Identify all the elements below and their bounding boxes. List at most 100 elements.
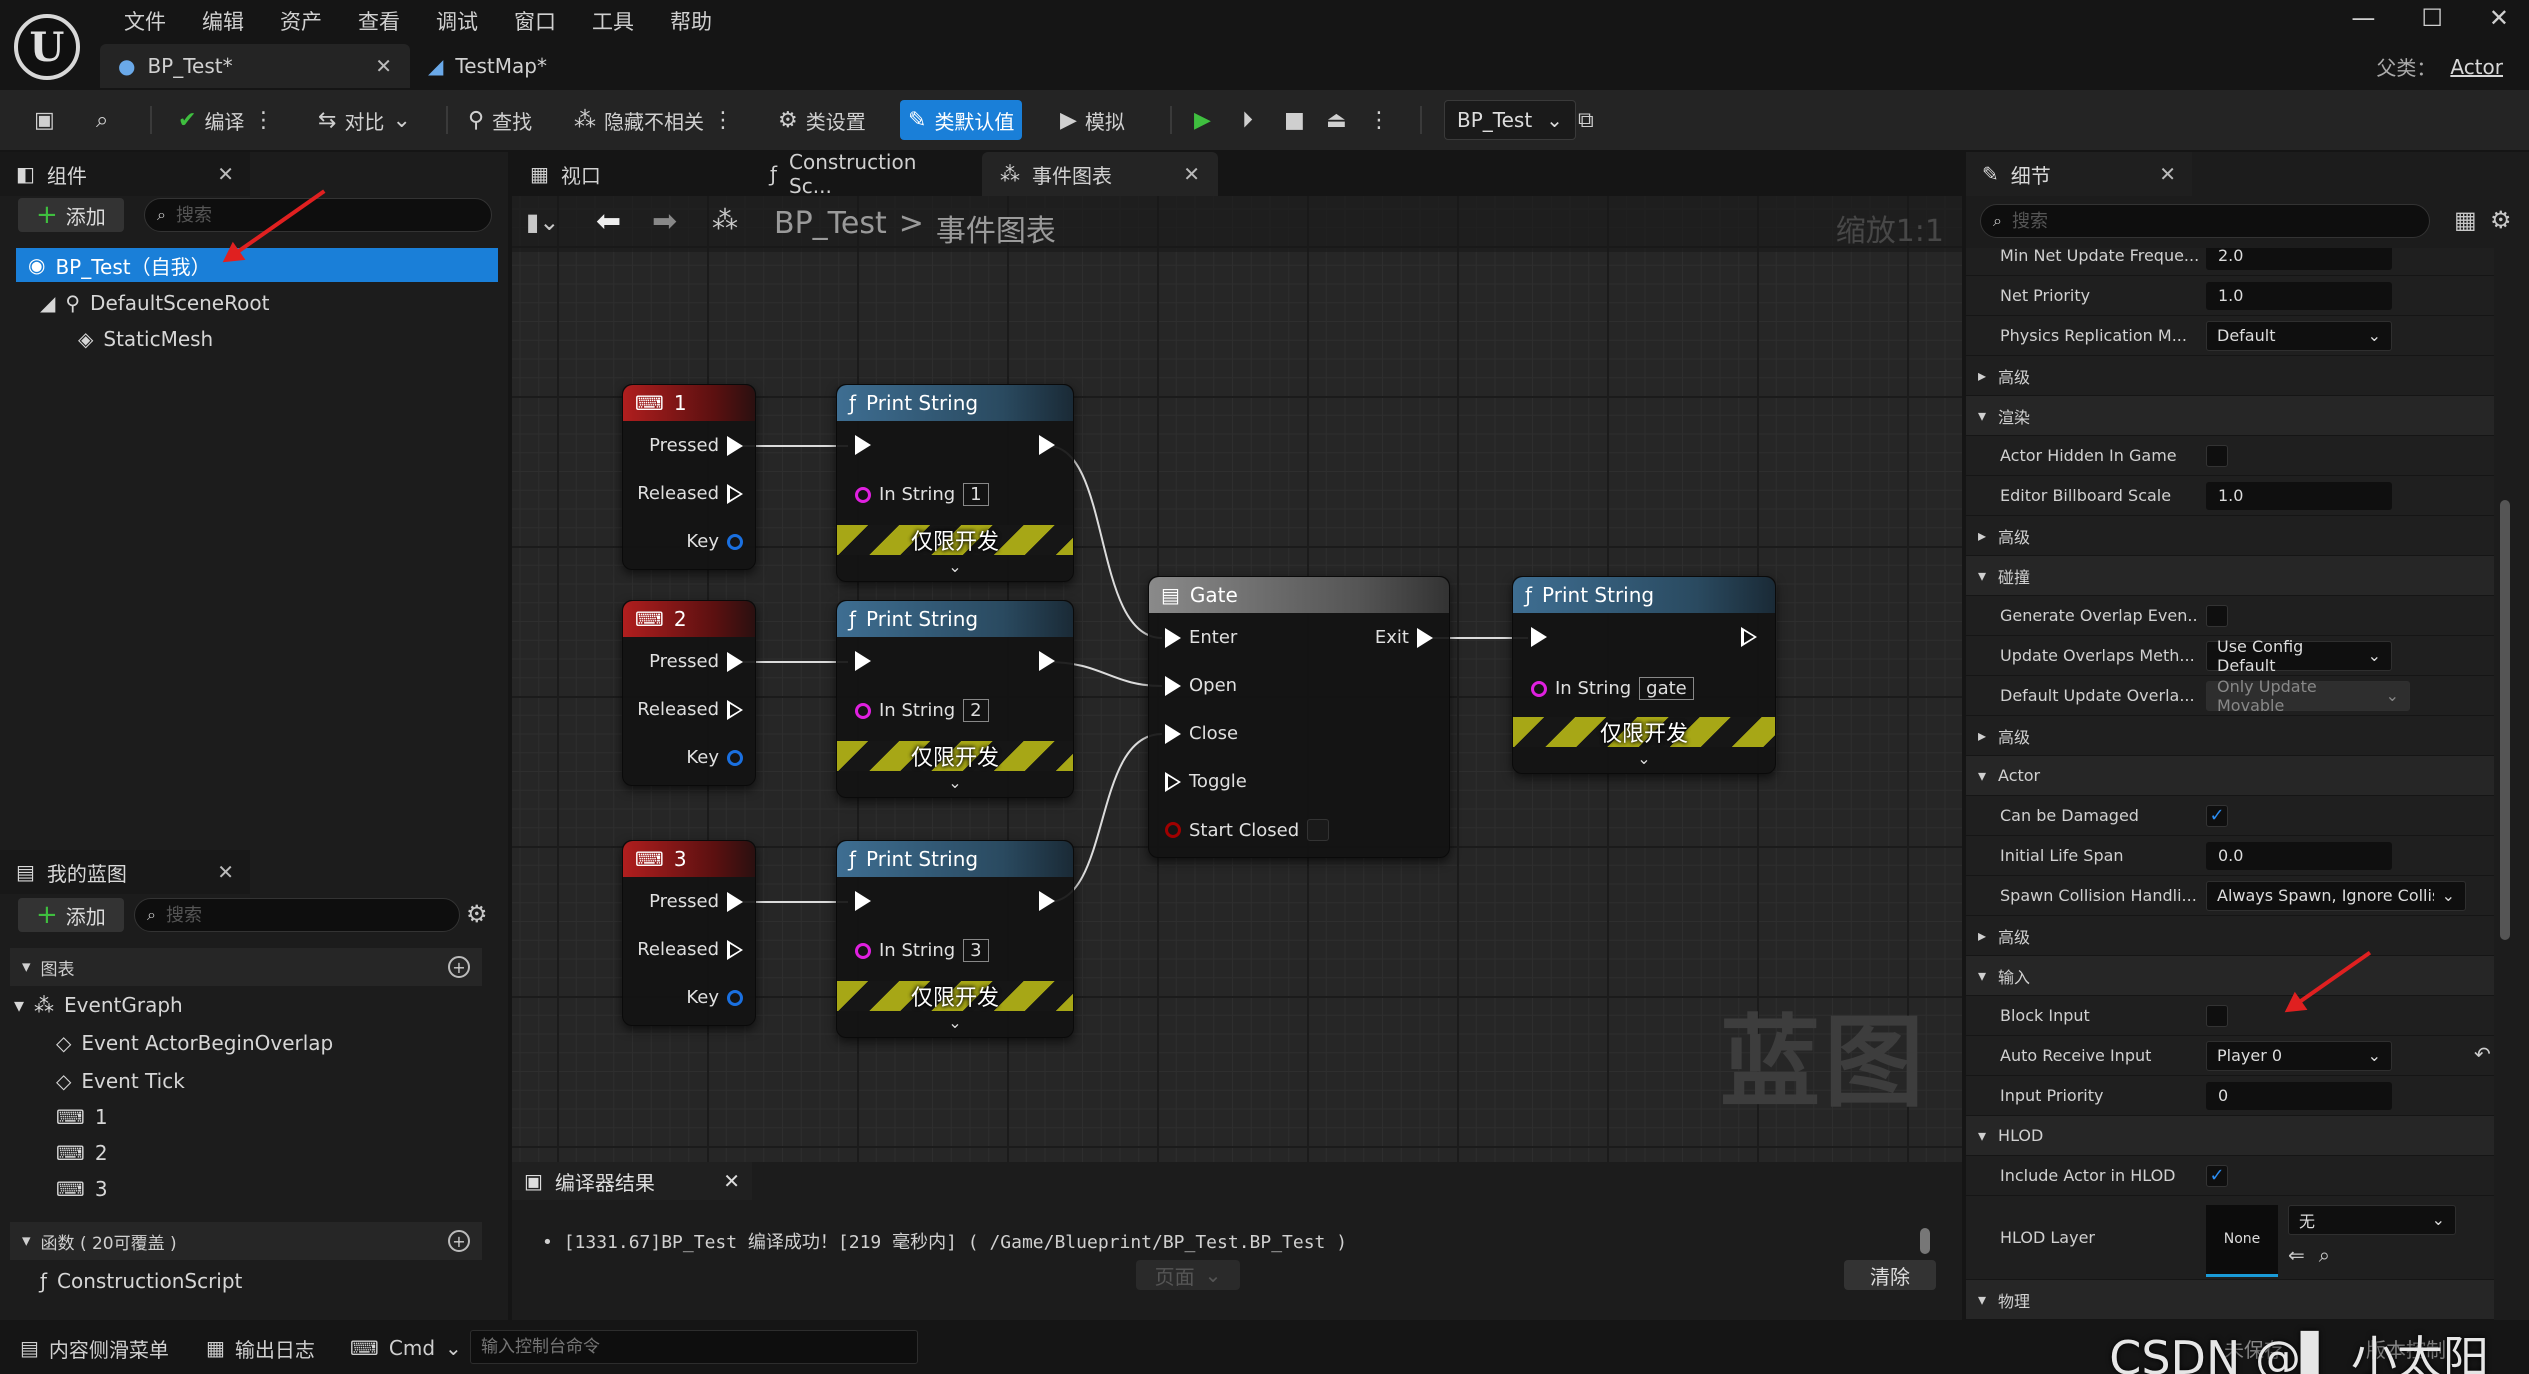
key-event-node[interactable]: ⌨ 3 Pressed Released Key xyxy=(622,840,756,1026)
page-dropdown[interactable]: 页面 ⌄ xyxy=(1136,1260,1240,1290)
in-string-value[interactable]: gate xyxy=(1639,677,1694,700)
diff-button[interactable]: ⇆ 对比 ⌄ xyxy=(310,100,419,140)
minimize-button[interactable]: — xyxy=(2351,4,2375,32)
start-closed-pin[interactable]: Start Closed xyxy=(1165,819,1330,841)
released-pin[interactable]: Released xyxy=(637,699,743,720)
key-event-node[interactable]: ⌨ 1 Pressed Released Key xyxy=(622,384,756,570)
hlod-category[interactable]: ▾ HLOD xyxy=(1966,1116,2494,1156)
unreal-logo-icon[interactable]: U xyxy=(14,14,80,80)
scrollbar[interactable] xyxy=(1920,1228,1930,1254)
in-string-pin[interactable]: In String 3 xyxy=(855,939,989,962)
in-string-value[interactable]: 1 xyxy=(963,483,989,506)
key-event-node[interactable]: ⌨ 2 Pressed Released Key xyxy=(622,600,756,786)
table-view-icon[interactable]: ▦ xyxy=(2454,206,2477,234)
graph-item-eventgraph[interactable]: ▾ ⁂ EventGraph xyxy=(14,988,183,1022)
released-pin[interactable]: Released xyxy=(637,939,743,960)
clear-button[interactable]: 清除 xyxy=(1844,1260,1936,1290)
initial-life-span-field[interactable]: 0.0 xyxy=(2206,841,2392,870)
details-search[interactable]: ⌕ xyxy=(1980,204,2430,238)
maximize-button[interactable]: ☐ xyxy=(2421,4,2443,32)
net-priority-field[interactable]: 1.0 xyxy=(2206,281,2392,310)
can-be-damaged-checkbox[interactable]: ✓ xyxy=(2206,804,2228,827)
my-blueprint-search-input[interactable] xyxy=(165,904,447,926)
exec-in-pin[interactable] xyxy=(855,891,871,911)
menu-help[interactable]: 帮助 xyxy=(652,6,730,38)
add-graph-icon[interactable]: + xyxy=(448,956,470,978)
open-pin[interactable]: Open xyxy=(1165,675,1237,696)
close-pin[interactable]: Close xyxy=(1165,723,1238,744)
step-button[interactable]: ⏵ xyxy=(1234,100,1261,140)
content-drawer-button[interactable]: ▤ 内容侧滑菜单 xyxy=(20,1332,169,1364)
component-self[interactable]: ◉ BP_Test（自我） xyxy=(16,248,498,282)
console-command-input[interactable] xyxy=(470,1330,918,1364)
start-closed-checkbox[interactable] xyxy=(1307,819,1330,841)
enter-pin[interactable]: Enter xyxy=(1165,627,1237,648)
component-staticmesh[interactable]: ◈ StaticMesh xyxy=(78,322,213,356)
expand-chevron-icon[interactable]: ⌄ xyxy=(1513,749,1775,768)
use-selected-icon[interactable]: ⇐ xyxy=(2288,1243,2305,1267)
event-item[interactable]: ⌨ 2 xyxy=(56,1136,108,1170)
tab-event-graph[interactable]: ⁂ 事件图表 ✕ xyxy=(982,152,1218,196)
components-search[interactable]: ⌕ xyxy=(144,198,492,232)
event-item[interactable]: ◇ Event ActorBeginOverlap xyxy=(56,1026,333,1060)
advanced-category[interactable]: ▸ 高级 xyxy=(1966,716,2494,756)
save-button[interactable]: ▣ xyxy=(26,100,63,140)
exec-out-pin[interactable] xyxy=(1039,891,1055,911)
hlod-layer-dropdown[interactable]: 无 ⌄ xyxy=(2288,1204,2456,1235)
physics-replication-dropdown[interactable]: Default ⌄ xyxy=(2206,320,2392,351)
key-pin[interactable]: Key xyxy=(686,747,743,768)
details-search-input[interactable] xyxy=(2011,210,2417,232)
browse-asset-icon[interactable]: ⌕ xyxy=(2319,1243,2330,1267)
default-update-overlaps-dropdown[interactable]: Only Update Movable ⌄ xyxy=(2206,677,2410,715)
print-string-node[interactable]: ƒ Print String In String 2 仅限开发 ⌄ xyxy=(836,600,1074,798)
eject-button[interactable]: ⏏ xyxy=(1318,100,1355,140)
exec-out-pin[interactable] xyxy=(1741,627,1757,647)
block-input-checkbox[interactable] xyxy=(2206,1004,2228,1027)
reset-to-default-icon[interactable]: ↶ xyxy=(2474,1042,2491,1066)
billboard-scale-field[interactable]: 1.0 xyxy=(2206,481,2392,510)
play-options-button[interactable]: ⋮ xyxy=(1360,100,1398,140)
expand-chevron-icon[interactable]: ⌄ xyxy=(837,557,1073,576)
tab-viewport[interactable]: ▦ 视口 xyxy=(512,152,752,196)
browse-button[interactable]: ⌕ xyxy=(88,100,116,140)
tab-bp-test[interactable]: ● BP_Test* ✕ xyxy=(100,44,410,88)
expand-chevron-icon[interactable]: ⌄ xyxy=(837,1013,1073,1032)
add-member-button[interactable]: + 添加 xyxy=(18,898,124,932)
play-button[interactable]: ▶ xyxy=(1186,100,1219,140)
update-overlaps-dropdown[interactable]: Use Config Default ⌄ xyxy=(2206,637,2392,675)
event-item[interactable]: ⌨ 3 xyxy=(56,1172,108,1206)
advanced-category[interactable]: ▸ 高级 xyxy=(1966,916,2494,956)
output-log-button[interactable]: ▦ 输出日志 xyxy=(206,1332,315,1364)
function-item[interactable]: ƒ ConstructionScript xyxy=(40,1264,242,1298)
actor-hidden-checkbox[interactable] xyxy=(2206,444,2228,467)
component-defaultsceneroot[interactable]: ◢ ⚲ DefaultSceneRoot xyxy=(40,286,269,320)
print-string-node[interactable]: ƒ Print String In String 1 仅限开发 ⌄ xyxy=(836,384,1074,582)
input-priority-field[interactable]: 0 xyxy=(2206,1081,2392,1110)
print-string-node[interactable]: ƒ Print String In String 3 仅限开发 ⌄ xyxy=(836,840,1074,1038)
generate-overlap-checkbox[interactable] xyxy=(2206,604,2228,627)
more-icon[interactable]: ⋮ xyxy=(252,108,274,133)
auto-receive-input-dropdown[interactable]: Player 0 ⌄ xyxy=(2206,1040,2392,1071)
actor-category[interactable]: ▾ Actor xyxy=(1966,756,2494,796)
in-string-value[interactable]: 2 xyxy=(963,699,989,722)
pressed-pin[interactable]: Pressed xyxy=(649,651,743,672)
key-pin[interactable]: Key xyxy=(686,531,743,552)
exec-in-pin[interactable] xyxy=(855,651,871,671)
menu-tools[interactable]: 工具 xyxy=(574,6,652,38)
debug-object-dropdown[interactable]: BP_Test ⌄ xyxy=(1444,100,1576,140)
details-scrollbar[interactable] xyxy=(2500,500,2510,940)
functions-section[interactable]: ▾ 函数 ( 20可覆盖 ) + xyxy=(10,1222,482,1260)
collision-category[interactable]: ▾ 碰撞 xyxy=(1966,556,2494,596)
in-string-pin[interactable]: In String gate xyxy=(1531,677,1694,700)
pressed-pin[interactable]: Pressed xyxy=(649,891,743,912)
close-tab-icon[interactable]: ✕ xyxy=(375,54,392,78)
close-tab-icon[interactable]: ✕ xyxy=(723,1169,740,1193)
close-panel-icon[interactable]: ✕ xyxy=(217,860,234,884)
gear-icon[interactable]: ⚙ xyxy=(2490,206,2512,234)
tab-construction-script[interactable]: ƒ Construction Sc... xyxy=(752,150,982,198)
event-item[interactable]: ⌨ 1 xyxy=(56,1100,108,1134)
key-pin[interactable]: Key xyxy=(686,987,743,1008)
exec-out-pin[interactable] xyxy=(1039,651,1055,671)
exit-pin[interactable]: Exit xyxy=(1375,627,1433,648)
spawn-collision-dropdown[interactable]: Always Spawn, Ignore Collisi ⌄ xyxy=(2206,880,2466,911)
